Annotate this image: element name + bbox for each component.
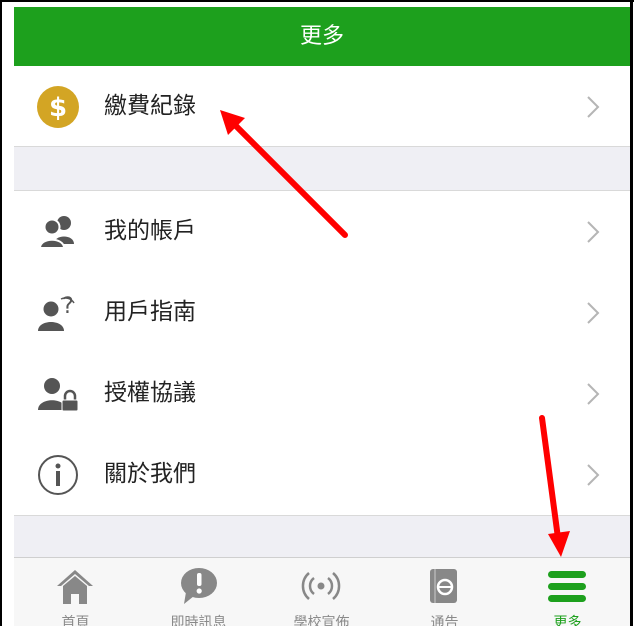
menu-bars-icon xyxy=(548,571,586,602)
section-spacer xyxy=(14,516,630,557)
menu-item-user-guide[interactable]: ? 用戶指南 xyxy=(14,272,630,353)
frame-border-top xyxy=(0,0,634,2)
menu-item-label: 我的帳戶 xyxy=(104,218,196,244)
svg-text:$: $ xyxy=(49,93,67,123)
menu-item-about-us[interactable]: 關於我們 xyxy=(14,434,630,515)
frame-border-left xyxy=(0,0,2,626)
tab-label: 更多 xyxy=(553,615,582,626)
broadcast-icon xyxy=(301,572,341,600)
tab-label: 首頁 xyxy=(61,615,90,626)
chevron-right-icon xyxy=(587,383,600,405)
menu-item-label: 繳費紀錄 xyxy=(104,93,196,119)
tab-label: 學校宣佈 xyxy=(293,615,350,626)
menu-item-label: 關於我們 xyxy=(104,461,196,487)
tab-school-announcements[interactable]: 學校宣佈 xyxy=(260,558,383,626)
alert-bubble-icon xyxy=(181,568,217,604)
users-icon xyxy=(38,216,74,249)
info-circle-icon xyxy=(38,455,78,495)
menu-item-license-agreement[interactable]: 授權協議 xyxy=(14,353,630,434)
menu-item-label: 授權協議 xyxy=(104,380,196,406)
user-lock-icon xyxy=(38,378,79,412)
chevron-right-icon xyxy=(587,464,600,486)
tab-label: 即時訊息 xyxy=(170,615,227,626)
menu-item-label: 用戶指南 xyxy=(104,299,196,325)
tab-notices[interactable]: 通告 xyxy=(383,558,506,626)
screenshot-frame: 更多 $ 繳費紀錄 我的帳戶 ? 用戶指南 授權協議 關於我們 首頁 即時訊息 … xyxy=(0,0,634,626)
dollar-coin-icon: $ xyxy=(37,86,79,128)
tab-messages[interactable]: 即時訊息 xyxy=(137,558,260,626)
notice-book-icon xyxy=(430,569,457,603)
chevron-right-icon xyxy=(587,302,600,324)
home-icon xyxy=(57,570,93,604)
tab-home[interactable]: 首頁 xyxy=(14,558,137,626)
frame-border-right xyxy=(630,0,633,626)
chevron-right-icon xyxy=(587,96,600,118)
user-help-icon: ? xyxy=(38,294,75,331)
section-spacer xyxy=(14,147,630,190)
menu-item-my-account[interactable]: 我的帳戶 xyxy=(14,191,630,272)
chevron-right-icon xyxy=(587,221,600,243)
page-title: 更多 xyxy=(299,24,344,49)
bottom-tab-bar: 首頁 即時訊息 學校宣佈 通告 更多 xyxy=(14,557,630,626)
header-bar: 更多 xyxy=(14,7,630,66)
app-screen: 更多 $ 繳費紀錄 我的帳戶 ? 用戶指南 授權協議 關於我們 首頁 即時訊息 … xyxy=(14,7,630,626)
tab-label: 通告 xyxy=(430,615,459,626)
menu-item-payment-record[interactable]: $ 繳費紀錄 xyxy=(14,66,630,147)
tab-more[interactable]: 更多 xyxy=(506,558,629,626)
